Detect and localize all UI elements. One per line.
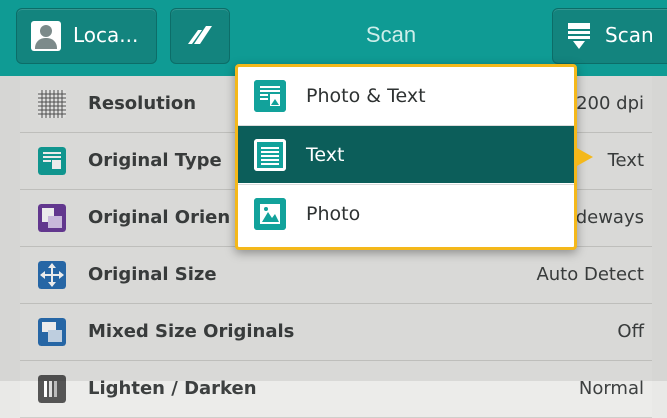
user-button[interactable]: Loca... [16,8,157,64]
photo-icon [254,198,286,230]
user-icon [31,21,61,51]
selection-pointer-arrow [575,147,593,167]
setting-label: Lighten / Darken [88,378,257,399]
scanner-icon [568,23,590,49]
setting-value: Normal [578,378,644,399]
option-label: Photo & Text [306,85,426,107]
edit-button[interactable] [170,8,230,64]
scan-button[interactable]: Scan [552,8,667,64]
option-photo-and-text[interactable]: Photo & Text [238,67,574,124]
option-photo[interactable]: Photo [238,185,574,242]
scan-label: Scan [605,23,654,47]
text-icon [254,139,286,171]
page-title: Scan [365,22,417,47]
user-label: Loca... [73,23,139,47]
option-text[interactable]: Text [238,126,574,183]
option-label: Photo [306,203,361,225]
photo-text-icon [254,80,286,112]
option-label: Text [306,144,345,166]
page-title-area: Scan [244,8,538,62]
slash-icon [188,26,212,44]
original-type-dropdown: Photo & Text Text Photo [235,64,577,250]
